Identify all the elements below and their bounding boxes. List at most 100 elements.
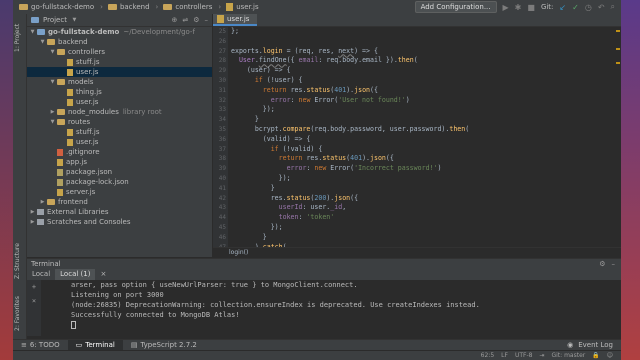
minimize-icon[interactable]: – [205, 16, 209, 24]
tree-item-file[interactable]: thing.js [27, 87, 212, 97]
terminal-toolbar: + × [27, 280, 41, 336]
todo-tool-button[interactable]: ≡ 6: TODO [13, 340, 68, 351]
warning-marker[interactable] [616, 30, 620, 32]
terminal-tabs: Local Local (1) × [27, 269, 621, 280]
js-file-icon [67, 98, 73, 106]
add-icon[interactable]: + [32, 283, 36, 291]
git-update-icon[interactable]: ↙ [559, 3, 566, 12]
tree-item-label: app.js [66, 158, 87, 166]
run-icon[interactable]: ▶ [503, 3, 509, 12]
terminal-line: arser, pass option { useNewUrlParser: tr… [71, 281, 358, 289]
chevron-right-icon: ▶ [40, 199, 45, 205]
git-branch[interactable]: Git: master [551, 352, 585, 359]
tree-item-backend[interactable]: ▼ backend [27, 37, 212, 47]
gear-icon[interactable]: ⚙ [599, 260, 605, 268]
line-separator[interactable]: LF [501, 352, 508, 359]
tree-item-file[interactable]: app.js [27, 157, 212, 167]
terminal-tab-local[interactable]: Local [27, 269, 55, 280]
search-icon[interactable]: ⌕ [611, 2, 615, 12]
tree-item-label: package.json [66, 168, 113, 176]
tree-item-file[interactable]: stuff.js [27, 57, 212, 67]
close-icon[interactable]: × [32, 297, 36, 305]
chevron-right-icon: › [155, 3, 159, 11]
project-view-icon [31, 17, 39, 23]
revert-icon[interactable]: ↶ [598, 3, 605, 12]
breadcrumb-label: go-fullstack-demo [31, 3, 95, 11]
event-log-button[interactable]: Event Log [578, 341, 613, 349]
terminal-title: Terminal [31, 260, 61, 268]
terminal-tool-button[interactable]: ▭ Terminal [67, 339, 123, 351]
tree-item-label: server.js [66, 188, 96, 196]
tree-item-file[interactable]: package.json [27, 167, 212, 177]
add-configuration-button[interactable]: Add Configuration... [414, 1, 497, 13]
tree-item-file[interactable]: user.js [27, 137, 212, 147]
gear-icon[interactable]: ⚙ [193, 16, 199, 24]
chevron-right-icon: ▶ [50, 109, 55, 115]
tree-item-node-modules[interactable]: ▶ node_modules library root [27, 107, 212, 117]
git-commit-icon[interactable]: ✓ [572, 3, 579, 12]
lock-icon[interactable]: 🔒 [592, 352, 599, 359]
stop-icon[interactable]: ■ [527, 3, 535, 12]
warning-marker[interactable] [616, 62, 620, 64]
indent-icon[interactable]: ⇥ [539, 352, 544, 359]
structure-tool-button[interactable]: Z: Structure [14, 239, 25, 283]
collapse-icon[interactable]: ⇌ [182, 16, 188, 24]
tree-item-controllers[interactable]: ▼ controllers [27, 47, 212, 57]
editor-scrollbar[interactable] [615, 27, 621, 247]
editor-tab-user-js[interactable]: user.js [213, 14, 257, 26]
code-line: error: new Error('Incorrect password!') [286, 164, 442, 173]
tree-item-routes[interactable]: ▼ routes [27, 117, 212, 127]
history-icon[interactable]: ◷ [585, 3, 592, 12]
code-editor[interactable]: }; exports.login = (req, res, next) => {… [231, 27, 619, 247]
editor-tab-label: user.js [227, 15, 250, 23]
tree-item-file[interactable]: server.js [27, 187, 212, 197]
code-line: error: new Error('User not found!') [270, 95, 410, 104]
chevron-right-icon: › [218, 3, 222, 11]
tree-item-label: models [68, 78, 94, 86]
favorites-tool-button[interactable]: 2: Favorites [14, 294, 25, 334]
tree-item-file[interactable]: stuff.js [27, 127, 212, 137]
list-icon: ≡ [21, 341, 27, 349]
code-line: res.status(200).json({ [231, 193, 359, 202]
js-file-icon [67, 58, 73, 66]
tree-item-root[interactable]: ▼ go-fullstack-demo ~/Development/go-f [27, 27, 212, 37]
tree-item-models[interactable]: ▼ models [27, 77, 212, 87]
terminal-prompt[interactable] [27, 320, 621, 330]
project-tool-button[interactable]: 1: Project [14, 20, 25, 56]
terminal-line: Listening on port 3000 [71, 291, 164, 299]
breadcrumb-label: backend [119, 3, 150, 11]
line-number: 25 [218, 28, 226, 35]
chevron-down-icon: ▼ [50, 79, 55, 85]
tree-item-file-selected[interactable]: user.js [27, 67, 212, 77]
breadcrumb-controllers[interactable]: controllers › [163, 3, 224, 11]
terminal-tab-local-1[interactable]: Local (1) [55, 269, 96, 280]
file-encoding[interactable]: UTF-8 [515, 352, 533, 359]
warning-marker[interactable] [616, 48, 620, 50]
line-number: 35 [218, 125, 226, 133]
breadcrumb-backend[interactable]: backend › [107, 3, 161, 11]
tree-item-file[interactable]: .gitignore [27, 147, 212, 157]
terminal-output[interactable]: + × arser, pass option { useNewUrlParser… [27, 280, 621, 336]
tree-item-scratches[interactable]: ▶ Scratches and Consoles [27, 217, 212, 227]
globe-icon[interactable]: ⊕ [171, 16, 177, 24]
breadcrumb-file[interactable]: user.js [226, 3, 259, 11]
gitignore-file-icon [57, 148, 63, 156]
chevron-right-icon: ▶ [30, 209, 35, 215]
tree-item-frontend[interactable]: ▶ frontend [27, 197, 212, 207]
chevron-down-icon[interactable]: ▼ [71, 17, 78, 23]
tree-item-label: stuff.js [76, 128, 100, 136]
project-panel-title[interactable]: Project [43, 16, 67, 24]
typescript-tool-button[interactable]: ▤ TypeScript 2.7.2 [123, 340, 205, 351]
minimize-icon[interactable]: – [612, 260, 616, 268]
folder-icon [57, 119, 65, 125]
chevron-down-icon: ▼ [50, 119, 55, 125]
tree-item-file[interactable]: user.js [27, 97, 212, 107]
tree-item-external-libraries[interactable]: ▶ External Libraries [27, 207, 212, 217]
caret-position[interactable]: 62:5 [481, 352, 494, 359]
inspector-icon[interactable]: ☺ [607, 352, 613, 359]
debug-icon[interactable]: ✱ [515, 3, 522, 12]
editor-breadcrumb[interactable]: login() [213, 247, 621, 258]
close-icon[interactable]: × [95, 269, 111, 280]
tree-item-file[interactable]: package-lock.json [27, 177, 212, 187]
breadcrumb-project[interactable]: go-fullstack-demo › [19, 3, 106, 11]
